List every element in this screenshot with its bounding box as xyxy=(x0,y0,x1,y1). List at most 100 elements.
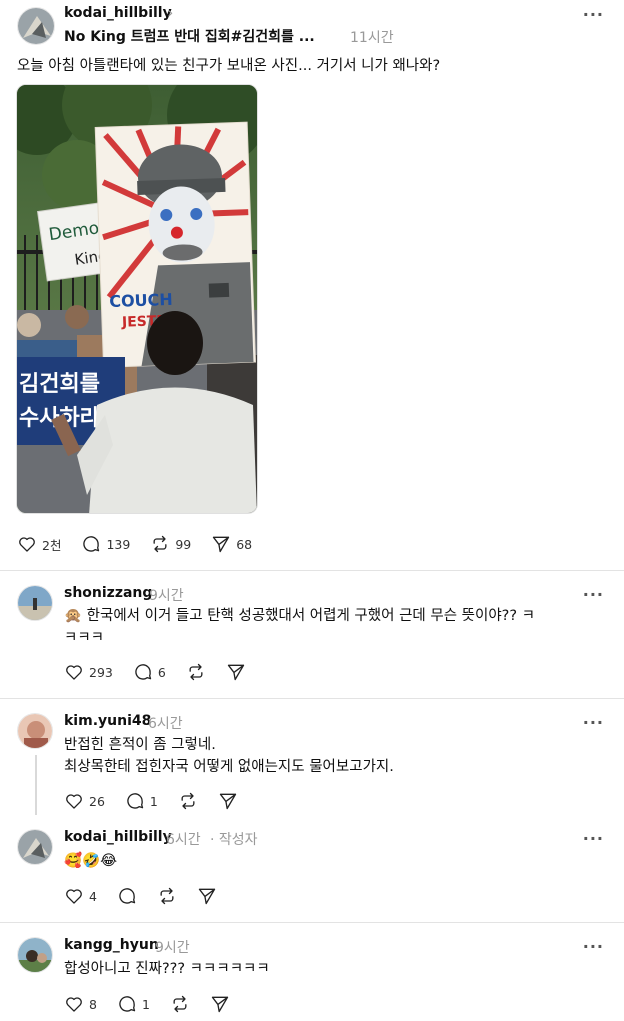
avatar[interactable] xyxy=(17,713,53,749)
avatar-image xyxy=(18,714,52,748)
comment-button[interactable] xyxy=(117,886,137,906)
comment-action-bar: 293 6 xyxy=(64,662,266,682)
comment-button[interactable]: 6 xyxy=(133,662,166,682)
heart-icon xyxy=(19,537,35,552)
comment-text-line: ㅋㅋㅋ xyxy=(64,630,105,646)
divider xyxy=(0,570,624,571)
comment-username[interactable]: shonizzang xyxy=(64,585,152,601)
post-title[interactable]: No King 트럼프 반대 집회#김건희를 ... xyxy=(64,26,315,46)
more-options-icon[interactable]: ··· xyxy=(583,713,604,732)
send-icon xyxy=(219,793,237,810)
send-icon xyxy=(227,664,244,681)
sign-text-kim: 김건희를 xyxy=(19,372,100,397)
comment-username[interactable]: kim.yuni48 xyxy=(64,713,151,729)
avatar-image xyxy=(18,586,52,620)
more-options-icon[interactable]: ··· xyxy=(583,829,604,848)
repost-button[interactable]: 99 xyxy=(150,534,191,554)
repost-button[interactable] xyxy=(157,886,177,906)
comment-time: 6시간 xyxy=(166,832,201,848)
heart-icon xyxy=(66,889,82,904)
comment-button[interactable]: 1 xyxy=(125,791,158,811)
divider xyxy=(0,922,624,923)
comment-icon xyxy=(119,888,136,904)
more-options-icon[interactable]: ··· xyxy=(583,585,604,604)
share-button[interactable] xyxy=(197,886,217,906)
like-count: 26 xyxy=(89,793,105,809)
like-count: 4 xyxy=(89,888,97,904)
avatar[interactable] xyxy=(17,585,53,621)
avatar[interactable] xyxy=(17,7,55,45)
comment-count: 1 xyxy=(149,793,158,809)
comment-username[interactable]: kangg_hyun xyxy=(64,937,159,953)
more-options-icon[interactable]: ··· xyxy=(583,5,604,24)
comment-count: 1 xyxy=(141,996,150,1012)
heart-icon xyxy=(66,665,82,680)
divider xyxy=(0,698,624,699)
repost-button[interactable] xyxy=(170,994,190,1014)
like-count: 293 xyxy=(89,664,113,680)
repost-count: 99 xyxy=(175,536,192,552)
like-button[interactable]: 2천 xyxy=(17,534,61,554)
comment-time: 9시간 xyxy=(155,940,190,956)
share-button[interactable]: 68 xyxy=(211,534,252,554)
repost-button[interactable] xyxy=(178,791,198,811)
avatar-image xyxy=(18,8,54,44)
post-image[interactable]: Democr Kings COUCH JESTER 김건희를 xyxy=(16,84,258,514)
comment-text: 🥰🤣😂 xyxy=(64,853,118,869)
comment-icon xyxy=(135,664,152,680)
comment-button[interactable]: 1 xyxy=(117,994,150,1014)
like-button[interactable]: 4 xyxy=(64,886,97,906)
share-count: 68 xyxy=(236,536,253,552)
comment-action-bar: 4 xyxy=(64,886,237,906)
share-button[interactable] xyxy=(210,994,230,1014)
repost-icon xyxy=(181,792,195,810)
comment-icon xyxy=(127,793,144,809)
avatar-image xyxy=(18,830,52,864)
comment-time: 9시간 xyxy=(149,588,184,604)
share-button[interactable] xyxy=(218,791,238,811)
comment-icon xyxy=(119,996,136,1012)
comment-text-line: 최상목한테 접힌자국 어떻게 없애는지도 물어보고가지. xyxy=(64,759,394,775)
comment-action-bar: 8 1 xyxy=(64,994,250,1014)
comment-username[interactable]: kodai_hillbilly xyxy=(64,829,172,845)
post-text: 오늘 아침 아틀랜타에 있는 친구가 보내온 사진... 거기서 니가 왜나와? xyxy=(17,58,441,74)
send-icon xyxy=(198,888,216,905)
heart-icon xyxy=(66,997,82,1012)
like-button[interactable]: 26 xyxy=(64,791,105,811)
share-button[interactable] xyxy=(226,662,246,682)
like-button[interactable]: 8 xyxy=(64,994,97,1014)
repost-icon xyxy=(173,995,187,1013)
avatar-image xyxy=(18,938,52,972)
protest-photo: Democr Kings COUCH JESTER 김건희를 xyxy=(17,85,257,513)
comment-time: 6시간 xyxy=(148,716,183,732)
heart-icon xyxy=(66,794,82,809)
comment-action-bar: 26 1 xyxy=(64,791,258,811)
like-count: 8 xyxy=(89,996,97,1012)
avatar[interactable] xyxy=(17,937,53,973)
like-count: 2천 xyxy=(42,537,62,553)
repost-button[interactable] xyxy=(186,662,206,682)
comment-text-line: 반접힌 흔적이 좀 그렇네. xyxy=(64,737,216,753)
chevron-right-icon[interactable]: › xyxy=(167,3,173,22)
comment-icon xyxy=(83,536,100,552)
post-time: 11시간 xyxy=(350,30,394,46)
post-action-bar: 2천 139 99 68 xyxy=(17,534,272,554)
send-icon xyxy=(211,996,229,1013)
comment-button[interactable]: 139 xyxy=(81,534,130,554)
repost-icon xyxy=(153,535,167,553)
comment-text: 합성아니고 진짜??? ㅋㅋㅋㅋㅋㅋ xyxy=(64,961,270,977)
send-icon xyxy=(213,536,230,553)
thread-line xyxy=(35,755,37,815)
comment-text: 🙊 한국에서 이거 들고 탄핵 성공했대서 어렵게 구했어 근데 무슨 뜻이야?… xyxy=(64,605,604,649)
repost-icon xyxy=(189,663,203,681)
more-options-icon[interactable]: ··· xyxy=(583,937,604,956)
post-username[interactable]: kodai_hillbilly xyxy=(64,5,172,21)
comment-count: 6 xyxy=(157,664,166,680)
author-badge: · 작성자 xyxy=(210,832,258,848)
avatar[interactable] xyxy=(17,829,53,865)
comment-text-line: 🙊 한국에서 이거 들고 탄핵 성공했대서 어렵게 구했어 근데 무슨 뜻이야?… xyxy=(64,608,536,624)
like-button[interactable]: 293 xyxy=(64,662,113,682)
poster-text-couch: COUCH xyxy=(109,290,173,311)
comment-text: 반접힌 흔적이 좀 그렇네. 최상목한테 접힌자국 어떻게 없애는지도 물어보고… xyxy=(64,734,604,778)
repost-icon xyxy=(160,887,174,905)
